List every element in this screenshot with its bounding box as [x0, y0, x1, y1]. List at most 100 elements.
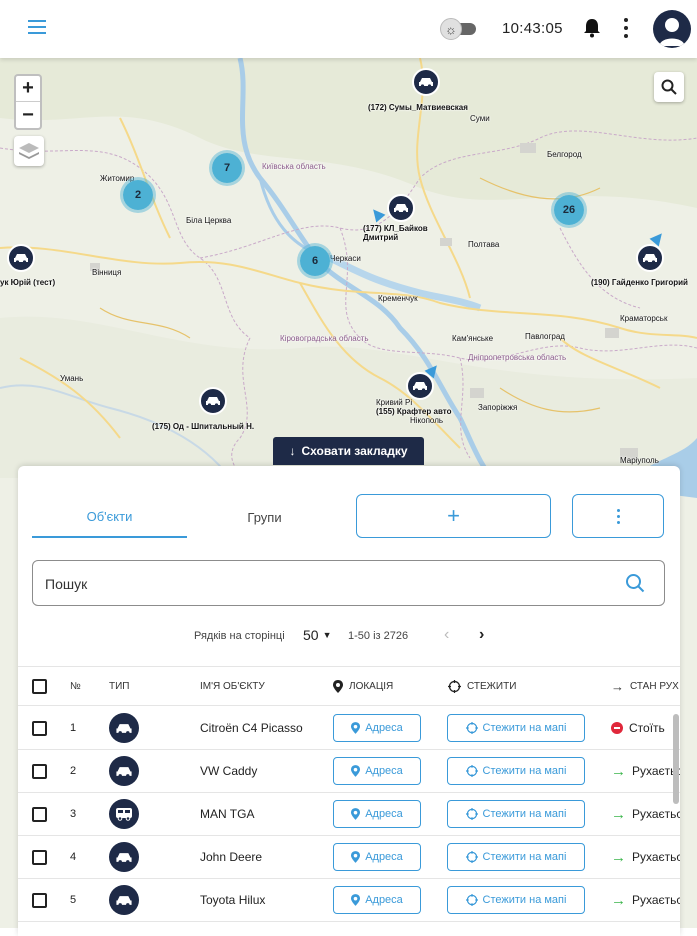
map-cluster[interactable]: 6: [297, 243, 333, 279]
map-place-label: Нікополь: [410, 416, 444, 425]
track-button-label: Стежити на мапі: [482, 894, 567, 906]
panel-more-button[interactable]: [572, 494, 664, 538]
hamburger-menu-icon[interactable]: [28, 20, 46, 36]
column-status[interactable]: → СТАН РУХ: [611, 667, 679, 705]
chevron-left-icon[interactable]: ‹: [444, 626, 449, 644]
row-track-cell: Стежити на мапі: [447, 750, 585, 792]
row-status-cell: Стоїть: [611, 707, 665, 749]
arrow-right-icon: →: [611, 678, 624, 694]
vehicle-marker[interactable]: [636, 244, 664, 272]
marker-label: (172) Сумы_Матвиевская: [368, 103, 468, 112]
row-name[interactable]: Toyota Hilux: [200, 879, 265, 921]
row-type-cell: [109, 879, 139, 921]
table-scrollbar[interactable]: [673, 714, 679, 804]
movement-status: Стоїть: [611, 721, 665, 735]
car-icon: [109, 885, 139, 915]
layers-icon[interactable]: [14, 136, 44, 166]
chevron-right-icon[interactable]: ›: [479, 626, 484, 644]
column-track[interactable]: СТЕЖИТИ: [448, 667, 516, 705]
table-row[interactable]: 4 John Deere Адреса Стежити на мапі → Ру…: [18, 836, 680, 879]
hide-panel-tab[interactable]: ↓ Сховати закладку: [273, 437, 424, 465]
vehicle-marker[interactable]: [412, 68, 440, 96]
movement-status: → Рухається: [611, 763, 680, 780]
row-checkbox-cell: [32, 879, 47, 921]
address-button[interactable]: Адреса: [333, 714, 421, 742]
address-button[interactable]: Адреса: [333, 886, 421, 914]
map-place-label: Запоріжжя: [478, 403, 518, 412]
select-all-cell: [32, 667, 47, 705]
more-vertical-icon[interactable]: [622, 18, 630, 38]
vehicle-marker[interactable]: [406, 372, 434, 400]
vehicle-marker[interactable]: [199, 387, 227, 415]
car-icon: [109, 842, 139, 872]
row-checkbox[interactable]: [32, 763, 47, 779]
row-name[interactable]: MAN TGA: [200, 793, 254, 835]
status-label: Рухається: [632, 893, 680, 907]
column-type[interactable]: ТИП: [109, 667, 129, 705]
address-button[interactable]: Адреса: [333, 800, 421, 828]
rows-per-page-value: 50: [303, 627, 319, 643]
vehicle-marker[interactable]: [387, 194, 415, 222]
column-location[interactable]: ЛОКАЦІЯ: [333, 667, 393, 705]
column-track-label: СТЕЖИТИ: [467, 680, 517, 692]
table-row[interactable]: 5 Toyota Hilux Адреса Стежити на мапі → …: [18, 879, 680, 922]
crosshair-icon: [465, 894, 478, 906]
row-name[interactable]: VW Caddy: [200, 750, 257, 792]
track-on-map-button[interactable]: Стежити на мапі: [447, 714, 585, 742]
tab-objects[interactable]: Об'єкти: [32, 496, 187, 538]
row-name[interactable]: Citroën C4 Picasso: [200, 707, 303, 749]
row-name[interactable]: John Deere: [200, 836, 262, 878]
address-button[interactable]: Адреса: [333, 843, 421, 871]
movement-status: → Рухається: [611, 849, 680, 866]
track-button-label: Стежити на мапі: [482, 722, 567, 734]
row-checkbox[interactable]: [32, 806, 47, 822]
zoom-out-button[interactable]: −: [16, 102, 40, 128]
row-checkbox[interactable]: [32, 892, 47, 908]
marker-label: (190) Гайденко Григорий: [591, 278, 688, 287]
location-pin-icon: [351, 808, 361, 820]
sun-icon: ☼: [440, 18, 462, 40]
table-row[interactable]: 3 MAN TGA Адреса Стежити на мапі → Рухає…: [18, 793, 680, 836]
map-place-label: Кременчук: [378, 294, 418, 303]
track-on-map-button[interactable]: Стежити на мапі: [447, 843, 585, 871]
theme-toggle[interactable]: ☼: [440, 18, 476, 40]
map-cluster[interactable]: 7: [209, 150, 245, 186]
map-search-icon[interactable]: [654, 72, 684, 102]
map-cluster[interactable]: 2: [120, 177, 156, 213]
zoom-in-button[interactable]: +: [16, 76, 40, 102]
column-name[interactable]: ІМ'Я ОБ'ЄКТУ: [200, 667, 265, 705]
bell-icon[interactable]: [583, 18, 601, 43]
column-num[interactable]: №: [70, 667, 81, 705]
row-checkbox[interactable]: [32, 849, 47, 865]
map-place-label: Суми: [470, 114, 490, 123]
search-input[interactable]: [45, 571, 605, 597]
add-object-button[interactable]: +: [356, 494, 551, 538]
track-on-map-button[interactable]: Стежити на мапі: [447, 800, 585, 828]
track-on-map-button[interactable]: Стежити на мапі: [447, 757, 585, 785]
address-button[interactable]: Адреса: [333, 757, 421, 785]
tab-groups[interactable]: Групи: [187, 496, 342, 538]
location-pin-icon: [333, 679, 343, 693]
track-on-map-button[interactable]: Стежити на мапі: [447, 886, 585, 914]
row-track-cell: Стежити на мапі: [447, 707, 585, 749]
table-row[interactable]: 1 Citroën C4 Picasso Адреса Стежити на м…: [18, 707, 680, 750]
crosshair-icon: [465, 808, 478, 820]
row-location-cell: Адреса: [333, 836, 421, 878]
search-icon[interactable]: [625, 573, 645, 598]
vehicle-marker[interactable]: [7, 244, 35, 272]
row-num: 2: [70, 765, 77, 777]
row-checkbox[interactable]: [32, 720, 47, 736]
address-button-label: Адреса: [365, 722, 403, 734]
table-row[interactable]: 2 VW Caddy Адреса Стежити на мапі → Руха…: [18, 750, 680, 793]
row-type-cell: [109, 836, 139, 878]
user-avatar[interactable]: [653, 10, 691, 48]
zoom-control: + −: [14, 74, 42, 130]
row-track-cell: Стежити на мапі: [447, 836, 585, 878]
location-pin-icon: [351, 722, 361, 734]
arrow-right-icon: →: [611, 762, 626, 780]
panel-tabs: Об'єкти Групи: [32, 496, 372, 538]
address-button-label: Адреса: [365, 808, 403, 820]
rows-per-page-select[interactable]: 50 ▼: [303, 627, 332, 643]
select-all-checkbox[interactable]: [32, 678, 47, 694]
map-cluster[interactable]: 26: [551, 192, 587, 228]
